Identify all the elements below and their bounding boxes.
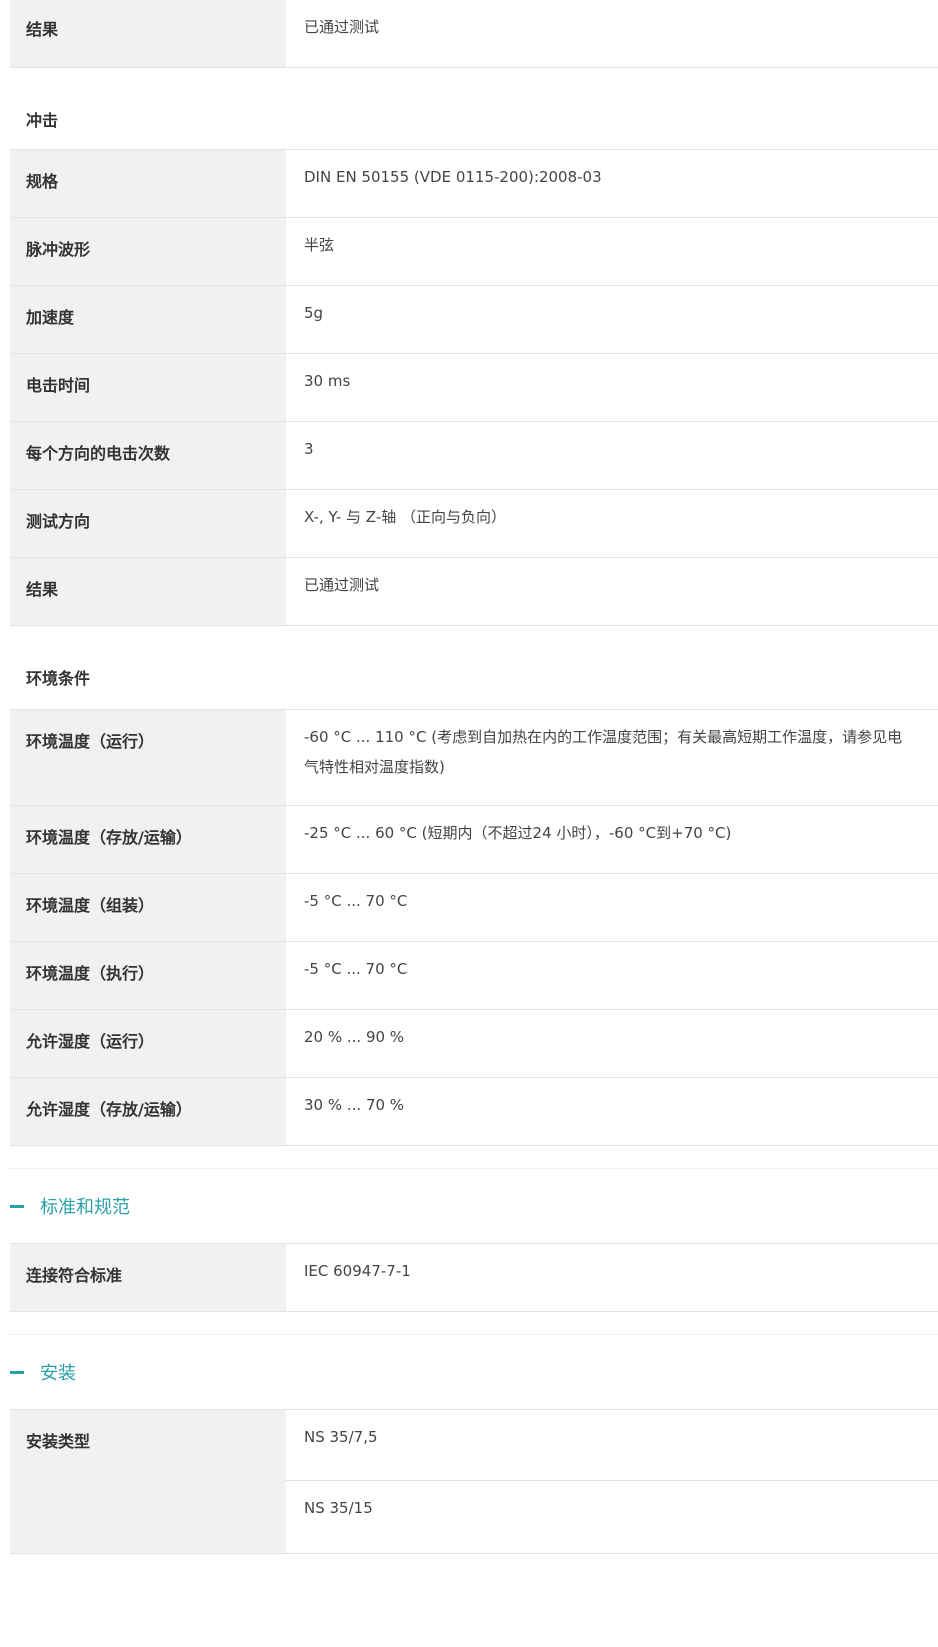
subsection-title-shock: 冲击 <box>10 68 938 150</box>
spec-label: 每个方向的电击次数 <box>10 422 286 489</box>
section-header-mounting[interactable]: 安装 <box>10 1334 938 1410</box>
spec-label: 环境温度（存放/运输） <box>10 806 286 873</box>
spec-row: 允许湿度（运行） 20 % ... 90 % <box>10 1010 938 1078</box>
spec-value: 半弦 <box>304 236 335 254</box>
spec-row: 结果 已通过测试 <box>10 558 938 626</box>
spec-row: 环境温度（运行） -60 °C ... 110 °C (考虑到自加热在内的工作温… <box>10 710 938 806</box>
spec-value: 5g <box>304 304 324 322</box>
section-title: 安装 <box>40 1363 76 1384</box>
spec-value: -60 °C ... 110 °C (考虑到自加热在内的工作温度范围；有关最高短… <box>304 728 903 776</box>
spec-value: X-, Y- 与 Z-轴 （正向与负向） <box>304 508 507 526</box>
minus-icon[interactable] <box>10 1370 24 1374</box>
spec-row: 测试方向 X-, Y- 与 Z-轴 （正向与负向） <box>10 490 938 558</box>
spec-label: 结果 <box>10 558 286 625</box>
spec-value: 已通过测试 <box>304 18 380 36</box>
spec-label: 环境温度（运行） <box>10 710 286 805</box>
spec-row: 电击时间 30 ms <box>10 354 938 422</box>
spec-value: 已通过测试 <box>304 576 380 594</box>
spec-row: 环境温度（执行） -5 °C ... 70 °C <box>10 942 938 1010</box>
spec-row: 加速度 5g <box>10 286 938 354</box>
spec-value: NS 35/7,5 <box>286 1410 938 1481</box>
spec-row: 每个方向的电击次数 3 <box>10 422 938 490</box>
spec-page: 结果 已通过测试 冲击 规格 DIN EN 50155 (VDE 0115-20… <box>10 0 938 1554</box>
spec-label: 连接符合标准 <box>10 1244 286 1311</box>
spec-label: 结果 <box>10 0 286 67</box>
spec-row: 脉冲波形 半弦 <box>10 218 938 286</box>
spec-label: 安装类型 <box>10 1410 286 1553</box>
spec-value: NS 35/15 <box>304 1499 373 1517</box>
section-title: 标准和规范 <box>40 1197 130 1218</box>
section-header-standards[interactable]: 标准和规范 <box>10 1168 938 1244</box>
spec-value: 30 % ... 70 % <box>304 1096 405 1114</box>
spec-label: 允许湿度（存放/运输） <box>10 1078 286 1145</box>
spec-value: IEC 60947-7-1 <box>304 1262 411 1280</box>
spec-label: 加速度 <box>10 286 286 353</box>
spec-row: 连接符合标准 IEC 60947-7-1 <box>10 1244 938 1312</box>
spec-label: 测试方向 <box>10 490 286 557</box>
spec-row-result-vibration: 结果 已通过测试 <box>10 0 938 68</box>
spec-label: 脉冲波形 <box>10 218 286 285</box>
spec-label: 规格 <box>10 150 286 217</box>
spec-label: 电击时间 <box>10 354 286 421</box>
spec-value: 30 ms <box>304 372 351 390</box>
spec-value: -5 °C ... 70 °C <box>304 892 408 910</box>
spec-label: 环境温度（执行） <box>10 942 286 1009</box>
spec-value: DIN EN 50155 (VDE 0115-200):2008-03 <box>304 168 602 186</box>
spec-value: 3 <box>304 440 314 458</box>
spec-row: 环境温度（存放/运输） -25 °C ... 60 °C (短期内（不超过24 … <box>10 806 938 874</box>
spec-row-mounting-type: 安装类型 NS 35/7,5 NS 35/15 <box>10 1410 938 1554</box>
spec-value: -25 °C ... 60 °C (短期内（不超过24 小时），-60 °C到+… <box>304 824 732 842</box>
spec-value: -5 °C ... 70 °C <box>304 960 408 978</box>
spec-label: 允许湿度（运行） <box>10 1010 286 1077</box>
spec-row: 规格 DIN EN 50155 (VDE 0115-200):2008-03 <box>10 150 938 218</box>
spec-row: 环境温度（组装） -5 °C ... 70 °C <box>10 874 938 942</box>
spec-label: 环境温度（组装） <box>10 874 286 941</box>
minus-icon[interactable] <box>10 1204 24 1208</box>
spec-values: NS 35/7,5 NS 35/15 <box>286 1410 938 1553</box>
subsection-title-environment: 环境条件 <box>10 626 938 710</box>
spec-row: 允许湿度（存放/运输） 30 % ... 70 % <box>10 1078 938 1146</box>
spec-value: 20 % ... 90 % <box>304 1028 405 1046</box>
